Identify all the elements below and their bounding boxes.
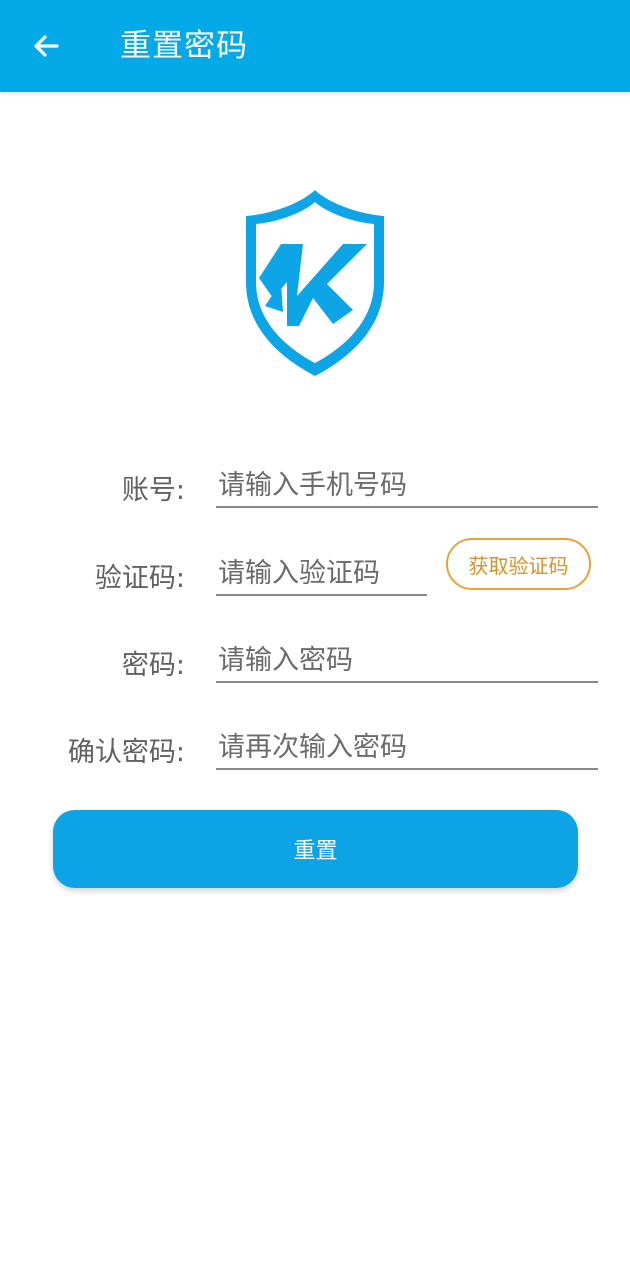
- password-row: 密码:: [0, 635, 630, 695]
- password-label: 密码:: [121, 650, 185, 681]
- confirm-row: 确认密码:: [0, 722, 630, 782]
- confirm-label: 确认密码:: [67, 737, 185, 768]
- arrow-left-icon: [34, 35, 59, 57]
- back-button[interactable]: [22, 24, 70, 68]
- account-label: 账号:: [121, 475, 185, 506]
- account-input[interactable]: [216, 460, 598, 508]
- app-header: 重置密码: [0, 0, 630, 92]
- password-input[interactable]: [216, 635, 598, 683]
- get-code-button[interactable]: 获取验证码: [446, 538, 591, 590]
- shield-k-logo-icon: [246, 190, 384, 376]
- confirm-password-input[interactable]: [216, 722, 598, 770]
- code-label: 验证码:: [94, 563, 185, 594]
- code-input[interactable]: [216, 548, 427, 596]
- account-row: 账号:: [0, 460, 630, 520]
- page-title: 重置密码: [120, 28, 248, 64]
- code-row: 验证码: 获取验证码: [0, 538, 630, 608]
- reset-button[interactable]: 重置: [53, 810, 578, 888]
